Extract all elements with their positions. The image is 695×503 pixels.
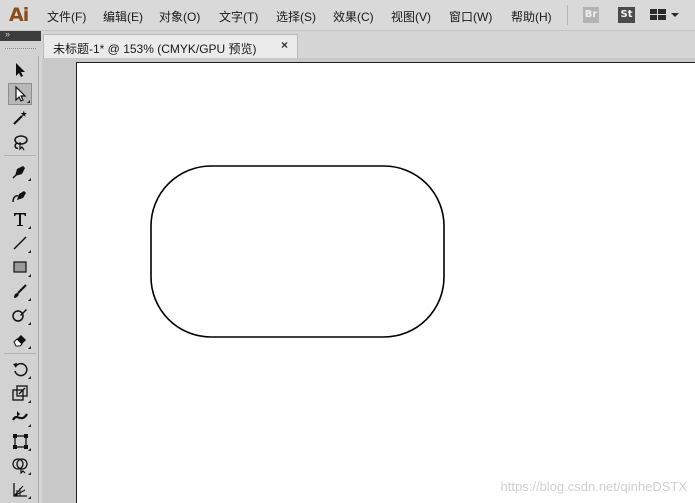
watermark-text: https://blog.csdn.net/qinheDSTX	[500, 479, 687, 494]
artwork-layer	[150, 165, 445, 338]
rounded-rectangle-shape[interactable]	[150, 165, 445, 338]
